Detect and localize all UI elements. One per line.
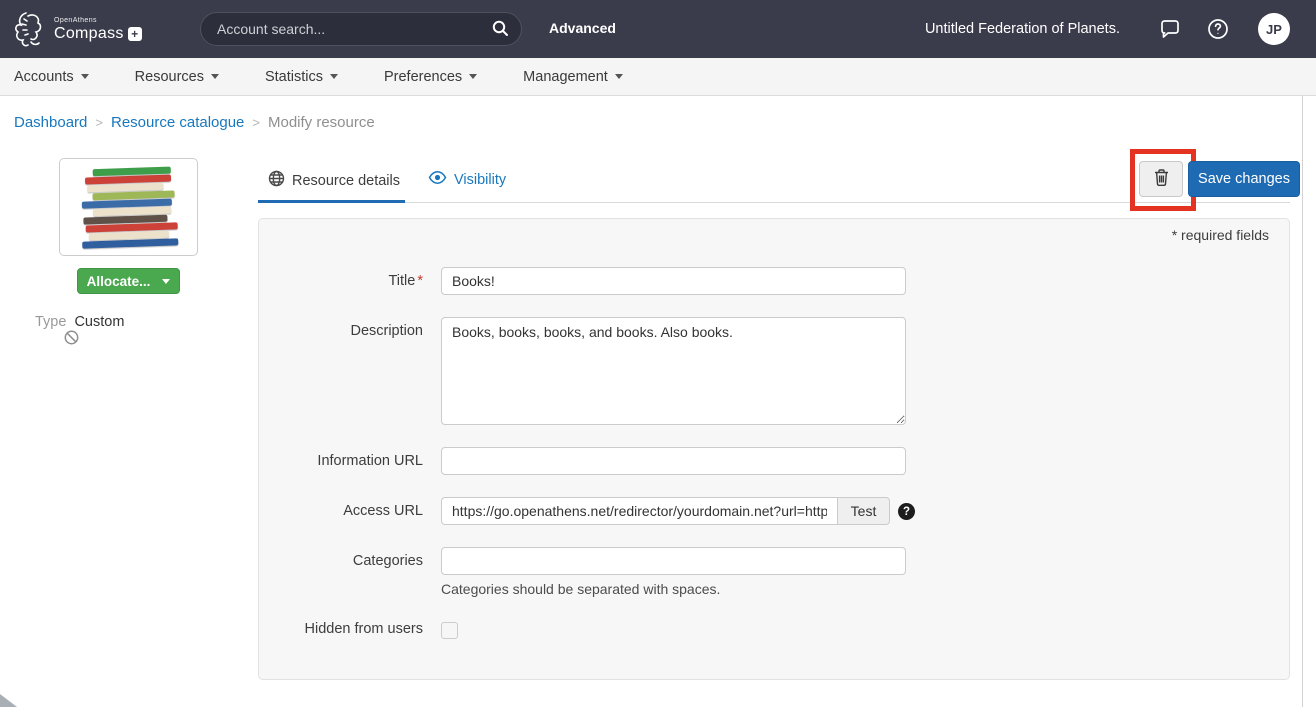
menu-preferences-label: Preferences [384,69,462,85]
main-menu: Accounts Resources Statistics Preference… [0,58,1316,96]
organisation-name: Untitled Federation of Planets. [925,21,1120,37]
top-navbar: OpenAthens Compass + Advanced Untitled F… [0,0,1316,58]
type-value: Custom [74,314,124,330]
menu-resources[interactable]: Resources [135,69,219,85]
breadcrumb: Dashboard > Resource catalogue > Modify … [14,114,375,131]
breadcrumb-separator: > [95,115,103,130]
chat-icon[interactable] [1156,15,1184,43]
information-url-label: Information URL [259,447,441,469]
menu-resources-label: Resources [135,69,204,85]
delete-resource-button[interactable] [1139,161,1183,197]
save-changes-button[interactable]: Save changes [1188,161,1300,197]
access-url-label: Access URL [259,497,441,519]
tabs-divider [258,202,1290,203]
help-icon[interactable] [1204,15,1232,43]
tab-visibility-label: Visibility [454,172,506,188]
active-tab-underline [258,200,405,203]
access-url-group: Test [441,497,890,525]
menu-accounts[interactable]: Accounts [14,69,89,85]
test-url-button[interactable]: Test [838,497,890,525]
eye-icon [428,170,447,189]
resource-form: Title* Description Books, books, books, … [259,267,1289,661]
description-row: Description Books, books, books, and boo… [259,317,1289,425]
required-fields-note: * required fields [1172,227,1269,243]
account-search-input[interactable] [217,21,491,37]
menu-management[interactable]: Management [523,69,623,85]
description-label: Description [259,317,441,339]
resource-thumbnail-card [59,158,198,256]
resource-details-panel: * required fields Title* Description Boo… [258,218,1290,680]
chevron-down-icon [469,74,477,79]
brand-logo[interactable]: OpenAthens Compass + [12,9,142,49]
globe-icon [268,170,285,191]
resource-type-row: Type Custom [35,314,124,330]
title-label: Title* [259,267,441,289]
information-url-row: Information URL [259,447,1289,475]
categories-input[interactable] [441,547,906,575]
plus-badge-icon: + [128,27,142,41]
search-icon[interactable] [491,19,509,40]
brand-openathens-label: OpenAthens [54,17,142,24]
advanced-search-link[interactable]: Advanced [549,20,616,36]
title-row: Title* [259,267,1289,295]
allocate-button-label: Allocate... [87,274,151,289]
tab-resource-details-label: Resource details [292,173,400,189]
access-url-input[interactable] [441,497,838,525]
modify-resource-page: OpenAthens Compass + Advanced Untitled F… [0,0,1316,707]
information-url-input[interactable] [441,447,906,475]
save-changes-label: Save changes [1198,171,1290,187]
chevron-down-icon [615,74,623,79]
breadcrumb-modify-resource: Modify resource [268,114,375,131]
stack-of-books-image [79,165,178,248]
brand-text: OpenAthens Compass + [54,17,142,42]
categories-label: Categories [259,547,441,569]
user-avatar[interactable]: JP [1258,13,1290,45]
chevron-down-icon [162,279,170,284]
account-search-box [200,12,522,46]
question-circle-icon[interactable]: ? [898,503,915,520]
menu-management-label: Management [523,69,608,85]
breadcrumb-resource-catalogue[interactable]: Resource catalogue [111,114,244,131]
page-right-divider [1302,96,1303,707]
allocate-button[interactable]: Allocate... [77,268,180,294]
breadcrumb-dashboard[interactable]: Dashboard [14,114,87,131]
hidden-from-users-checkbox[interactable] [441,622,458,639]
trash-icon [1153,168,1170,190]
required-asterisk: * [417,273,423,289]
menu-preferences[interactable]: Preferences [384,69,477,85]
tab-resource-details[interactable]: Resource details [268,170,400,191]
menu-statistics-label: Statistics [265,69,323,85]
prohibited-icon [64,330,79,348]
categories-field: Categories should be separated with spac… [441,547,906,597]
type-label: Type [35,314,66,330]
access-url-row: Access URL Test ? [259,497,1289,525]
menu-accounts-label: Accounts [14,69,74,85]
title-input[interactable] [441,267,906,295]
cursor-artifact [0,694,17,707]
categories-row: Categories Categories should be separate… [259,547,1289,597]
description-textarea[interactable]: Books, books, books, and books. Also boo… [441,317,906,425]
menu-statistics[interactable]: Statistics [265,69,338,85]
hidden-from-users-row: Hidden from users [259,617,1289,639]
breadcrumb-separator: > [252,115,260,130]
chevron-down-icon [211,74,219,79]
tab-visibility[interactable]: Visibility [428,170,506,189]
hidden-from-users-label: Hidden from users [259,617,441,637]
chevron-down-icon [81,74,89,79]
chevron-down-icon [330,74,338,79]
brand-compass-label: Compass [54,26,124,42]
categories-help-text: Categories should be separated with spac… [441,581,906,597]
logo-swirl-icon [12,9,48,49]
